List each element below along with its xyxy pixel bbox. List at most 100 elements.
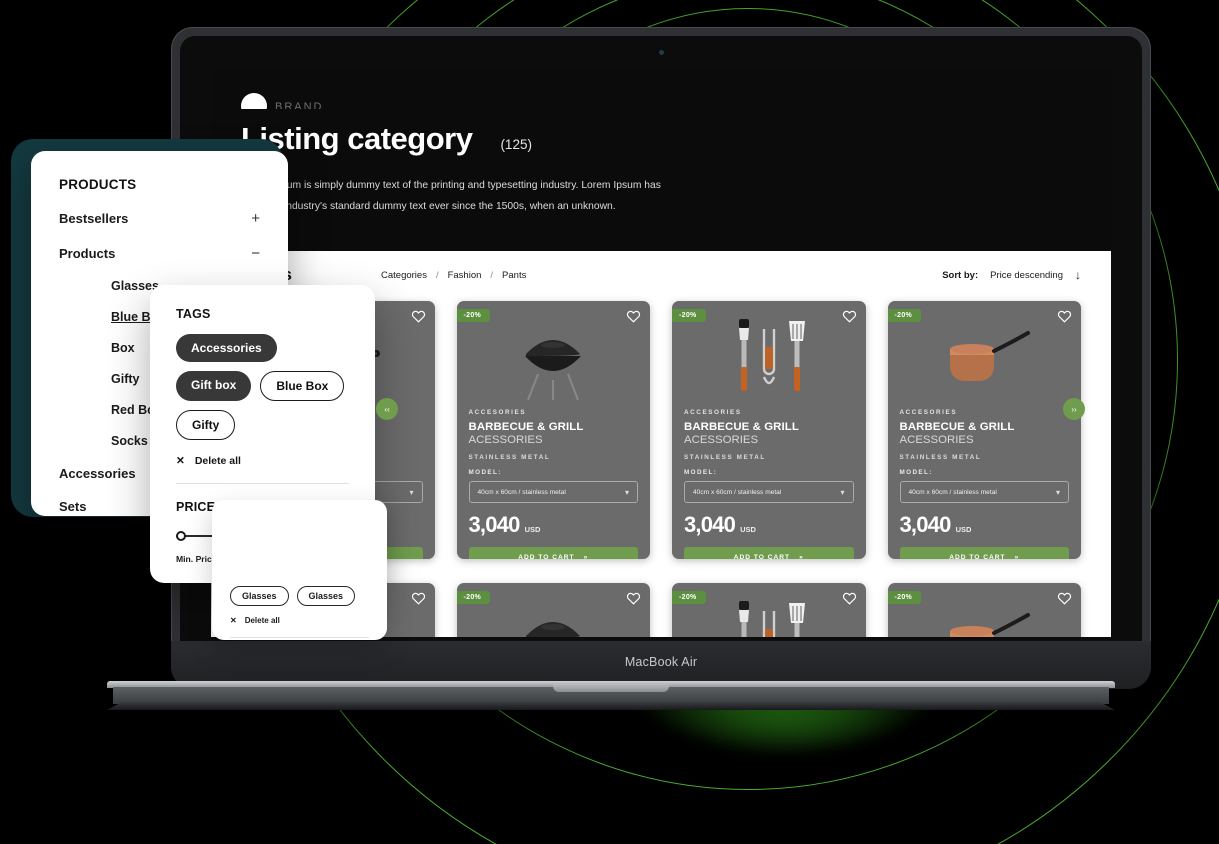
product-card[interactable]: -20% ACCESORIES BARBECUE & GRILLACESSORIES… xyxy=(887,301,1081,560)
discount-badge: -20% xyxy=(456,591,491,605)
price-row: 3,040USD xyxy=(900,512,1070,538)
arrow-down-icon[interactable]: ↓ xyxy=(1075,268,1081,282)
hero-description-line1: Lorem Ipsum is simply dummy text of the … xyxy=(241,180,661,191)
discount-badge: -20% xyxy=(672,309,706,323)
price-row: 3,040 USD xyxy=(684,512,854,538)
delete-all-tags-button[interactable]: ✕ Delete all xyxy=(176,455,349,467)
heart-icon[interactable] xyxy=(1057,591,1072,606)
discount-badge: -20% xyxy=(456,309,491,323)
model-label: MODEL: xyxy=(468,469,502,477)
divider xyxy=(230,637,369,638)
sidebar-item-label: Accessories xyxy=(59,466,136,481)
model-select[interactable]: 40cm x 60cm / stainless metal ▾ xyxy=(684,481,854,504)
product-card[interactable]: -20% ACCESORIES BARBECUE & GRILLACESSORIES… xyxy=(456,301,651,560)
tag-chip-blue-box[interactable]: Blue Box xyxy=(260,371,345,401)
breadcrumb-item-1[interactable]: Fashion xyxy=(448,270,482,281)
model-value: 40cm x 60cm / stainless metal xyxy=(693,488,782,496)
carousel-next-button[interactable]: ›› xyxy=(1063,398,1085,420)
heart-icon[interactable] xyxy=(842,591,857,606)
laptop-base-foot xyxy=(107,702,1115,710)
chevron-down-icon: ▾ xyxy=(1055,487,1060,497)
double-chevron-right-icon: » xyxy=(1014,554,1020,560)
sidebar-item-bestsellers[interactable]: Bestsellers + xyxy=(59,210,260,227)
heart-icon[interactable] xyxy=(411,309,426,324)
tag-chip-gifty[interactable]: Gifty xyxy=(176,410,236,440)
sort-label: Sort by: xyxy=(942,269,979,281)
hero-description-line2: been the industry's standard dummy text … xyxy=(241,200,616,212)
product-currency: USD xyxy=(955,525,972,535)
heart-icon[interactable] xyxy=(1057,309,1072,324)
tags-heading: TAGS xyxy=(176,307,211,321)
tag-chip-accessories[interactable]: Accessories xyxy=(176,334,277,362)
tag-chip-list: Accessories Gift box Blue Box Gifty xyxy=(176,334,349,440)
heart-icon[interactable] xyxy=(411,591,426,606)
breadcrumb-item-2[interactable]: Pants xyxy=(502,270,526,281)
screenshot-stage: BRAND Listing category (125) Lorem Ipsum… xyxy=(0,0,1219,844)
product-card[interactable]: -20% xyxy=(672,583,866,637)
sort-value[interactable]: Price descending xyxy=(990,270,1063,281)
collapse-minus-icon[interactable]: − xyxy=(251,245,260,262)
breadcrumb: Categories / Fashion / Pants xyxy=(381,270,526,281)
sidebar-item-label: Sets xyxy=(59,499,87,514)
product-currency: USD xyxy=(740,525,756,535)
delete-all-label: Delete all xyxy=(194,455,241,467)
discount-badge: -20% xyxy=(672,591,706,605)
sort-control[interactable]: Sort by: Price descending ↓ xyxy=(942,268,1081,282)
product-material: STAINLESS METAL xyxy=(468,454,551,462)
chevron-down-icon: ▾ xyxy=(624,487,629,497)
product-card[interactable]: -20% ACCESORIES BARBECUE & GRILLACESSORIES… xyxy=(672,301,866,560)
delete-all-button[interactable]: ✕ Delete all xyxy=(230,616,369,625)
product-currency: USD xyxy=(524,525,541,535)
product-subtitle: ACESSORIES xyxy=(468,434,543,447)
model-label: MODEL: xyxy=(899,469,933,477)
item-count: (125) xyxy=(500,137,532,152)
logo-mark-icon xyxy=(241,93,267,109)
chevron-down-icon: ▾ xyxy=(840,487,845,497)
add-to-cart-label: ADD TO CART xyxy=(949,554,1006,560)
heart-icon[interactable] xyxy=(626,591,641,606)
heart-icon[interactable] xyxy=(842,309,857,324)
discount-badge: -20% xyxy=(887,309,922,323)
tag-chip[interactable]: Glasses xyxy=(230,586,289,606)
product-category: ACCESORIES xyxy=(899,409,958,417)
double-chevron-right-icon: » xyxy=(583,554,589,560)
add-to-cart-button[interactable]: ADD TO CART » xyxy=(468,547,638,560)
product-price: 3,040 xyxy=(468,512,521,538)
laptop-base xyxy=(107,681,1115,710)
page-title-row: Listing category (125) xyxy=(241,121,1081,157)
add-to-cart-label: ADD TO CART xyxy=(518,554,575,560)
discount-badge: -20% xyxy=(887,591,922,605)
carousel-prev-button[interactable]: ‹‹ xyxy=(376,398,398,420)
model-select[interactable]: 40cm x 60cm / stainless metal ▾ xyxy=(899,481,1069,504)
model-value: 40cm x 60cm / stainless metal xyxy=(477,488,566,496)
products-panel-heading: PRODUCTS xyxy=(59,177,137,192)
add-to-cart-button[interactable]: ADD TO CART » xyxy=(684,547,854,560)
device-brand-label: MacBook Air xyxy=(624,655,698,669)
sidebar-item-products[interactable]: Products − xyxy=(59,245,260,262)
webcam-icon xyxy=(658,50,664,55)
product-price: 3,040 xyxy=(684,512,736,538)
slider-min-handle[interactable] xyxy=(176,531,186,541)
sidebar-item-label: Products xyxy=(59,246,116,261)
breadcrumb-item-0[interactable]: Categories xyxy=(381,270,427,281)
hero-description: Lorem Ipsum is simply dummy text of the … xyxy=(241,176,711,217)
tag-chip[interactable]: Glasses xyxy=(296,586,356,606)
hero-section: BRAND Listing category (125) Lorem Ipsum… xyxy=(211,67,1111,252)
product-card[interactable]: -20% xyxy=(887,583,1081,637)
model-select[interactable]: 40cm x 60cm / stainless metal ▾ xyxy=(468,481,638,504)
expand-plus-icon[interactable]: + xyxy=(251,210,260,227)
product-info: ACCESORIES BARBECUE & GRILLACESSORIES STAI… xyxy=(457,409,651,560)
product-card[interactable]: -20% xyxy=(456,583,650,637)
background-filter-panel: Glasses Glasses ✕ Delete all xyxy=(212,500,387,640)
price-row: 3,040USD xyxy=(469,512,639,538)
double-chevron-right-icon: » xyxy=(799,554,804,560)
breadcrumb-separator: / xyxy=(490,269,494,281)
chevron-down-icon: ▾ xyxy=(409,487,414,497)
model-value: 40cm x 60cm / stainless metal xyxy=(908,488,997,496)
product-category: ACCESORIES xyxy=(468,409,527,417)
heart-icon[interactable] xyxy=(626,309,641,324)
add-to-cart-button[interactable]: ADD TO CART » xyxy=(899,547,1069,560)
tag-chip-gift-box[interactable]: Gift box xyxy=(176,371,252,401)
site-logo[interactable]: BRAND xyxy=(241,93,1081,109)
product-price: 3,040 xyxy=(899,512,952,538)
